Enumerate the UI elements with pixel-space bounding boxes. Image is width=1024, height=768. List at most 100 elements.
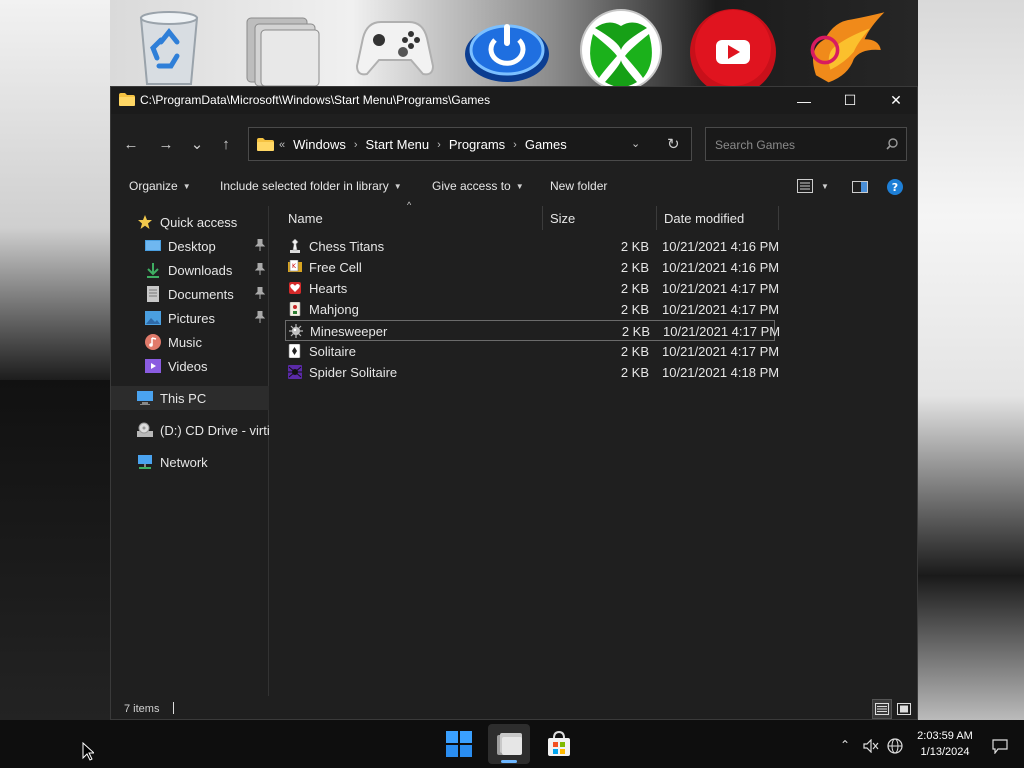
address-history-button[interactable]: ⌄ (631, 137, 640, 150)
solitaire-icon (288, 344, 301, 358)
start-button[interactable] (438, 724, 480, 764)
navigation-bar: ← → ⌄ ↑ « Windows › Start Menu › Program… (111, 125, 917, 163)
column-header-name[interactable]: Name (280, 206, 542, 230)
breadcrumb-overflow[interactable]: « (279, 139, 285, 151)
file-size: 2 KB (620, 281, 649, 296)
sidebar-item-music[interactable]: Music (111, 330, 269, 354)
sidebar-item-pictures[interactable]: Pictures (111, 306, 269, 330)
file-row[interactable]: Chess Titans 2 KB 10/21/2021 4:16 PM (285, 236, 779, 257)
refresh-button[interactable]: ↻ (667, 135, 680, 153)
column-header-date-modified[interactable]: Date modified (656, 206, 778, 230)
sidebar-item-downloads[interactable]: Downloads (111, 258, 269, 282)
taskbar-microsoft-store[interactable] (538, 724, 580, 764)
sidebar-item-documents[interactable]: Documents (111, 282, 269, 306)
organize-menu[interactable]: Organize ▼ (129, 179, 191, 193)
forward-button[interactable]: → (154, 133, 178, 155)
chevron-right-icon[interactable]: › (354, 139, 358, 151)
breadcrumb-programs[interactable]: Programs (449, 137, 505, 152)
maximize-button[interactable]: ☐ (827, 87, 873, 114)
mouse-cursor-icon (82, 742, 94, 761)
breadcrumb-games[interactable]: Games (525, 137, 567, 152)
sidebar-item-videos[interactable]: Videos (111, 354, 269, 378)
file-row[interactable]: Minesweeper 2 KB 10/21/2021 4:17 PM (285, 320, 780, 341)
pin-icon[interactable] (255, 263, 265, 275)
file-date: 10/21/2021 4:16 PM (662, 260, 780, 275)
notifications-icon[interactable] (992, 739, 1008, 754)
pin-icon[interactable] (255, 239, 265, 251)
back-button[interactable]: ← (119, 133, 143, 155)
help-icon[interactable]: ? (887, 179, 903, 195)
sidebar-item-label: (D:) CD Drive - virtio-win (160, 422, 269, 438)
chevron-right-icon[interactable]: › (513, 139, 517, 151)
search-box[interactable]: Search Games (705, 127, 907, 161)
up-button[interactable]: ↑ (214, 133, 238, 155)
column-divider[interactable] (778, 206, 779, 230)
file-date: 10/21/2021 4:17 PM (662, 302, 780, 317)
column-header-size[interactable]: Size (542, 206, 656, 230)
file-name: Chess Titans (309, 239, 385, 254)
file-date: 10/21/2021 4:18 PM (662, 365, 780, 380)
view-options-button[interactable]: ▼ (797, 179, 829, 193)
minesweeper-icon (289, 324, 303, 338)
close-button[interactable]: ✕ (873, 87, 919, 114)
spider-solitaire-icon (288, 365, 302, 379)
breadcrumb-windows[interactable]: Windows (293, 137, 346, 152)
address-bar[interactable]: « Windows › Start Menu › Programs › Game… (248, 127, 692, 161)
minimize-button[interactable]: — (781, 87, 827, 114)
breadcrumb-start-menu[interactable]: Start Menu (366, 137, 430, 152)
details-view-icon (875, 703, 889, 715)
window-title: C:\ProgramData\Microsoft\Windows\Start M… (140, 93, 491, 107)
give-access-menu[interactable]: Give access to ▼ (432, 179, 524, 193)
file-row[interactable]: K Free Cell 2 KB 10/21/2021 4:16 PM (285, 257, 779, 278)
active-indicator (501, 760, 517, 763)
pictures-icon (145, 311, 161, 325)
recent-locations-button[interactable]: ⌄ (185, 133, 209, 155)
clock[interactable]: 2:03:59 AM 1/13/2024 (910, 728, 980, 760)
chevron-right-icon[interactable]: › (437, 139, 441, 151)
network-globe-icon[interactable] (887, 738, 903, 754)
pin-icon[interactable] (255, 287, 265, 299)
sidebar-item-label: Downloads (168, 262, 233, 278)
pin-icon[interactable] (255, 311, 265, 323)
folder-stack-icon[interactable] (236, 8, 326, 90)
taskbar-file-explorer[interactable] (488, 724, 530, 764)
videos-icon (145, 359, 161, 373)
sidebar-item-this-pc[interactable]: This PC (111, 386, 269, 410)
large-icons-view-button[interactable] (894, 699, 914, 719)
sidebar-item-network[interactable]: Network (111, 450, 269, 474)
include-in-library-menu[interactable]: Include selected folder in library ▼ (220, 179, 402, 193)
file-size: 2 KB (620, 260, 649, 275)
wallpaper-right (918, 0, 1024, 720)
freecell-icon: K (288, 260, 302, 272)
xbox-controller-icon[interactable] (350, 8, 440, 90)
details-view-button[interactable] (872, 699, 892, 719)
large-icons-view-icon (897, 703, 911, 715)
recycle-bin-icon[interactable] (124, 8, 214, 90)
xbox-icon[interactable] (576, 8, 666, 91)
youtube-icon[interactable] (688, 8, 778, 95)
file-row[interactable]: Solitaire 2 KB 10/21/2021 4:17 PM (285, 341, 779, 362)
file-date: 10/21/2021 4:17 PM (662, 344, 780, 359)
preview-pane-icon[interactable] (852, 181, 868, 193)
sound-muted-icon[interactable] (863, 739, 879, 753)
file-name: Spider Solitaire (309, 365, 398, 380)
file-row[interactable]: Mahjong 2 KB 10/21/2021 4:17 PM (285, 299, 779, 320)
file-size: 2 KB (620, 302, 649, 317)
sidebar-item-cd-drive[interactable]: (D:) CD Drive - virtio-win (111, 418, 269, 442)
search-input[interactable]: Search Games (715, 138, 795, 152)
file-size: 2 KB (621, 324, 650, 339)
power-icon[interactable] (462, 8, 552, 90)
status-bar: 7 items (111, 698, 917, 720)
file-row[interactable]: Hearts 2 KB 10/21/2021 4:17 PM (285, 278, 779, 299)
sidebar-item-desktop[interactable]: Desktop (111, 234, 269, 258)
file-size: 2 KB (620, 239, 649, 254)
new-folder-button[interactable]: New folder (550, 179, 607, 193)
network-icon (138, 455, 152, 469)
chess-icon (290, 239, 300, 253)
title-bar[interactable]: C:\ProgramData\Microsoft\Windows\Start M… (111, 87, 917, 114)
sidebar-item-quick-access[interactable]: Quick access (111, 210, 269, 234)
show-hidden-icons-button[interactable]: ⌃ (840, 738, 850, 752)
phoenix-icon[interactable] (798, 8, 888, 90)
music-icon (145, 334, 161, 350)
file-row[interactable]: Spider Solitaire 2 KB 10/21/2021 4:18 PM (285, 362, 779, 383)
